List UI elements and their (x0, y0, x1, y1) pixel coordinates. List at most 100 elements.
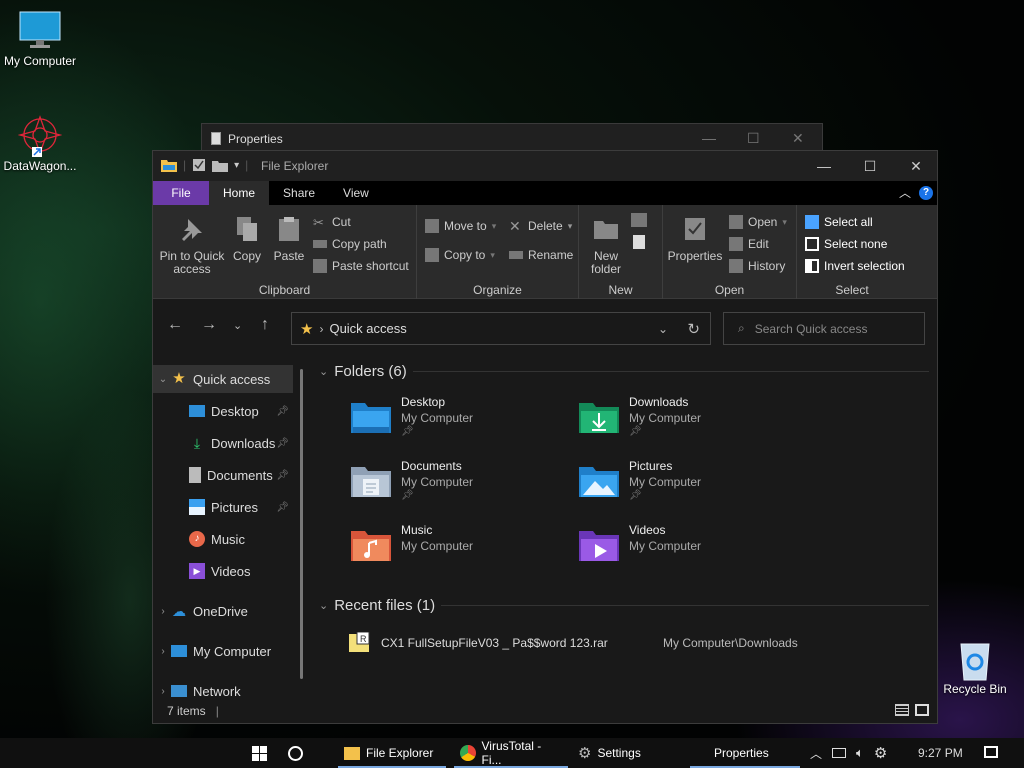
open-button[interactable]: Open ▾ (729, 215, 787, 229)
new-folder-button[interactable]: New folder (585, 215, 627, 276)
invert-selection-button[interactable]: Invert selection (805, 259, 905, 273)
desktop-icon-my-computer[interactable]: My Computer (0, 10, 80, 68)
properties-check-icon[interactable] (192, 158, 206, 172)
minimize-button[interactable]: — (801, 151, 847, 181)
address-box[interactable]: ★ › Quick access ⌄ ↻ (291, 312, 711, 345)
nav-label: My Computer (193, 643, 272, 659)
delete-button[interactable]: ✕ Delete ▾ (509, 219, 572, 233)
folder-name: Desktop (401, 395, 446, 409)
details-view-icon[interactable] (895, 704, 909, 716)
close-button[interactable]: ✕ (893, 151, 939, 181)
chevron-down-icon[interactable]: ⌄ (155, 374, 171, 385)
cut-button[interactable]: ✂ Cut (313, 215, 351, 230)
nav-item-my-computer[interactable]: › My Computer (153, 637, 293, 665)
nav-item-documents[interactable]: Documents 📌︎ (153, 461, 293, 489)
select-all-button[interactable]: Select all (805, 215, 873, 229)
chevron-right-icon[interactable]: › (155, 606, 171, 617)
desktop-icon-datawagon[interactable]: DataWagon... (0, 115, 80, 173)
organize-group-label: Organize (473, 283, 522, 297)
taskbar-app-virustotal[interactable]: VirusTotal - Fi... (454, 738, 568, 768)
chevron-right-icon[interactable]: › (155, 646, 171, 657)
select-none-button[interactable]: Select none (805, 237, 887, 251)
network-icon[interactable] (832, 748, 847, 758)
open-group-label: Open (714, 283, 745, 297)
speaker-icon[interactable]: 🔈︎ (856, 745, 864, 761)
maximize-button[interactable]: ☐ (847, 151, 893, 181)
back-arrow-icon[interactable]: ← (167, 316, 183, 334)
file-explorer-window[interactable]: | ▾ | File Explorer — ☐ ✕ File Home Shar… (152, 150, 938, 724)
folder-tile-downloads[interactable]: Downloads My Computer 📌︎ (577, 395, 797, 451)
chevron-up-icon[interactable]: ︿ (810, 745, 822, 762)
item-count: 7 items (167, 704, 206, 718)
chevron-right-icon[interactable]: › (155, 686, 171, 697)
svg-text:R: R (360, 634, 367, 644)
nav-item-downloads[interactable]: ⤓ Downloads 📌︎ (153, 429, 293, 457)
search-input[interactable]: ⌕ Search Quick access (723, 312, 925, 345)
maximize-icon[interactable]: ☐ (747, 130, 760, 147)
taskbar-app-file-explorer[interactable]: File Explorer (338, 738, 446, 768)
recent-file-location: My Computer\Downloads (663, 636, 798, 650)
notification-icon[interactable] (984, 746, 998, 758)
nav-item-music[interactable]: ♪ Music (153, 525, 293, 553)
help-icon[interactable]: ? (919, 186, 933, 200)
section-divider (441, 605, 929, 606)
taskbar-app-properties[interactable]: Properties (690, 738, 800, 768)
collapse-ribbon-icon[interactable]: ︿ (899, 184, 911, 201)
folder-tile-documents[interactable]: Documents My Computer 📌︎ (349, 459, 569, 515)
pin-icon: 📌︎ (276, 437, 289, 449)
paste-shortcut-button[interactable]: Paste shortcut (313, 259, 409, 273)
title-bar[interactable]: | ▾ | File Explorer — ☐ ✕ (153, 151, 937, 181)
rename-button[interactable]: Rename (509, 248, 573, 262)
tab-view[interactable]: View (329, 181, 383, 205)
folder-tile-music[interactable]: Music My Computer (349, 523, 569, 579)
paste-button[interactable]: Paste (271, 215, 307, 263)
minimize-icon[interactable]: — (702, 130, 716, 146)
datawagon-icon (17, 115, 63, 157)
up-arrow-icon[interactable]: ↑ (261, 316, 269, 334)
new-folder-icon[interactable] (212, 159, 229, 172)
folder-tile-videos[interactable]: Videos My Computer (577, 523, 797, 579)
tab-file[interactable]: File (153, 181, 209, 205)
nav-item-onedrive[interactable]: › ☁ OneDrive (153, 597, 293, 625)
window-title: File Explorer (261, 159, 329, 173)
copy-button[interactable]: Copy (229, 215, 265, 263)
refresh-icon[interactable]: ↻ (687, 320, 700, 338)
nav-item-quick-access[interactable]: ⌄ ★ Quick access (153, 365, 293, 393)
pin-icon: 📌︎ (629, 490, 642, 501)
easy-access-icon[interactable] (633, 235, 645, 249)
customize-quick-access-icon[interactable]: ▾ (234, 160, 239, 171)
copy-path-button[interactable]: Copy path (313, 237, 387, 251)
recent-files-section-header[interactable]: ⌄ Recent files (1) (319, 597, 929, 614)
edit-button[interactable]: Edit (729, 237, 769, 251)
windows-start-icon[interactable] (252, 746, 267, 761)
close-icon: ✕ (910, 157, 922, 174)
gear-icon[interactable]: ⚙ (874, 744, 887, 762)
desktop-icon-recycle-bin[interactable]: Recycle Bin (935, 638, 1015, 696)
copy-to-button[interactable]: Copy to ▾ (425, 248, 495, 262)
folder-tile-pictures[interactable]: Pictures My Computer 📌︎ (577, 459, 797, 515)
new-item-icon[interactable] (631, 213, 647, 227)
recent-file-row[interactable]: R CX1 FullSetupFileV03 _ Pa$$word 123.ra… (347, 631, 907, 655)
task-view-icon[interactable] (288, 746, 303, 761)
history-button[interactable]: History (729, 259, 785, 273)
recent-locations-icon[interactable]: ⌄ (233, 319, 242, 332)
large-icons-view-icon[interactable] (915, 704, 929, 716)
nav-item-desktop[interactable]: Desktop 📌︎ (153, 397, 293, 425)
nav-scrollbar[interactable] (300, 369, 303, 679)
open-group: Properties Open ▾ Edit History Open (663, 205, 797, 299)
close-icon[interactable]: ✕ (792, 130, 804, 147)
folder-tile-desktop[interactable]: Desktop My Computer 📌︎ (349, 395, 569, 451)
history-label: History (748, 259, 786, 273)
address-dropdown-icon[interactable]: ⌄ (658, 322, 668, 336)
folders-section-header[interactable]: ⌄ Folders (6) (319, 363, 929, 380)
nav-item-videos[interactable]: ▶ Videos (153, 557, 293, 585)
move-to-button[interactable]: Move to ▾ (425, 219, 496, 233)
tab-home[interactable]: Home (209, 181, 270, 205)
nav-item-pictures[interactable]: Pictures 📌︎ (153, 493, 293, 521)
pin-to-quick-access-button[interactable]: Pin to Quick access (159, 215, 225, 276)
clock[interactable]: 9:27 PM (918, 738, 963, 768)
forward-arrow-icon[interactable]: → (201, 316, 217, 334)
taskbar-app-settings[interactable]: ⚙ Settings (572, 738, 682, 768)
tab-share[interactable]: Share (269, 181, 329, 205)
properties-button[interactable]: Properties (667, 215, 723, 263)
